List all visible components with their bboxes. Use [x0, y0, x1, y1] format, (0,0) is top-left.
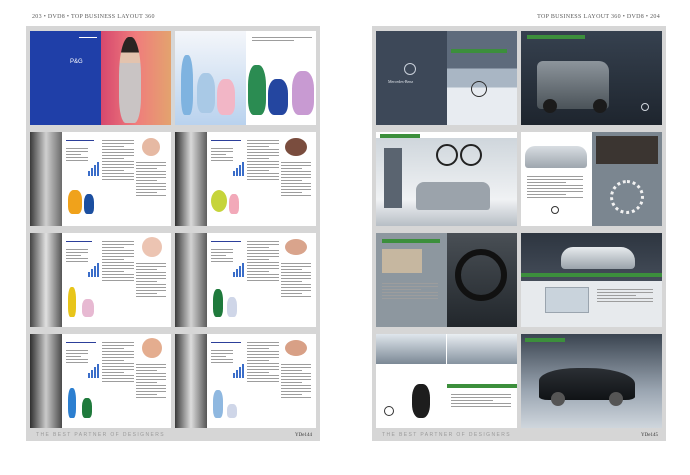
steering-wheel-photo [454, 249, 507, 301]
seat-photo [382, 249, 422, 273]
mercedes-star-icon [470, 81, 487, 97]
thumb-sedan-dashboard[interactable] [521, 132, 662, 226]
left-spread-panel: P&G THE BEST PARTNER OF DESIGNERS YDe144 [26, 26, 320, 441]
estate-car [416, 182, 490, 210]
bw-model-photo [175, 233, 207, 327]
thumb-mercedes-cover[interactable]: Mercedes-Benz [376, 31, 517, 125]
bw-model-photo [175, 334, 207, 428]
thumb-estate-bikes[interactable] [376, 132, 517, 226]
thumb-interior-wheel[interactable] [376, 233, 517, 327]
sedan-photo [525, 146, 587, 168]
right-page-header: TOP BUSINESS LAYOUT 360 • DVD8 • 204 [537, 14, 660, 20]
thumb-silver-sedan[interactable] [521, 233, 662, 327]
thumb-cosmetic-ad[interactable]: P&G [30, 31, 171, 125]
tyre-stack [412, 384, 430, 418]
wheel-diagram [609, 180, 644, 214]
bw-model-photo [175, 132, 207, 226]
mercedes-star-icon [384, 406, 394, 416]
thumb-beauty-spread-2[interactable] [175, 132, 316, 226]
mercedes-star-icon [551, 206, 559, 214]
mercedes-star-icon [641, 103, 649, 111]
cutaway-diagram [545, 287, 589, 313]
thumb-beauty-spread-1[interactable] [30, 132, 171, 226]
dashboard-photo [595, 136, 658, 164]
thumb-tyres-mountains[interactable] [376, 334, 517, 428]
thumb-beauty-spread-3[interactable] [30, 233, 171, 327]
perfume-photo [175, 31, 246, 125]
bw-model-photo [30, 334, 62, 428]
mercedes-star-icon [404, 63, 416, 75]
thumb-perfume-bottles[interactable] [175, 31, 316, 125]
bw-model-photo [30, 132, 62, 226]
brochure-title: Mercedes-Benz [388, 79, 414, 84]
blue-cover-panel: P&G [30, 31, 101, 125]
bw-model-photo [30, 233, 62, 327]
thumb-g-class[interactable] [521, 31, 662, 125]
left-page-header: 203 • DVD8 • TOP BUSINESS LAYOUT 360 [32, 14, 155, 20]
thumb-beauty-spread-6[interactable] [175, 334, 316, 428]
thumb-beauty-spread-4[interactable] [175, 233, 316, 327]
silver-car-photo [561, 247, 635, 269]
dark-cover-panel: Mercedes-Benz [376, 31, 447, 125]
right-spread-panel: Mercedes-Benz THE BEST PARTNER OF DESIGN… [372, 26, 666, 441]
right-footer-code: YDe145 [641, 433, 658, 438]
right-footer-tagline: THE BEST PARTNER OF DESIGNERS [382, 432, 511, 438]
thumb-sls-coupe[interactable] [521, 334, 662, 428]
snow-photo [446, 31, 517, 125]
thumb-beauty-spread-5[interactable] [30, 334, 171, 428]
left-footer-tagline: THE BEST PARTNER OF DESIGNERS [36, 432, 165, 438]
perfume-photo-right [245, 31, 316, 125]
brand-label: P&G [70, 59, 83, 65]
model-photo [100, 31, 171, 125]
left-footer-code: YDe144 [295, 433, 312, 438]
mountain-photo [376, 334, 446, 364]
